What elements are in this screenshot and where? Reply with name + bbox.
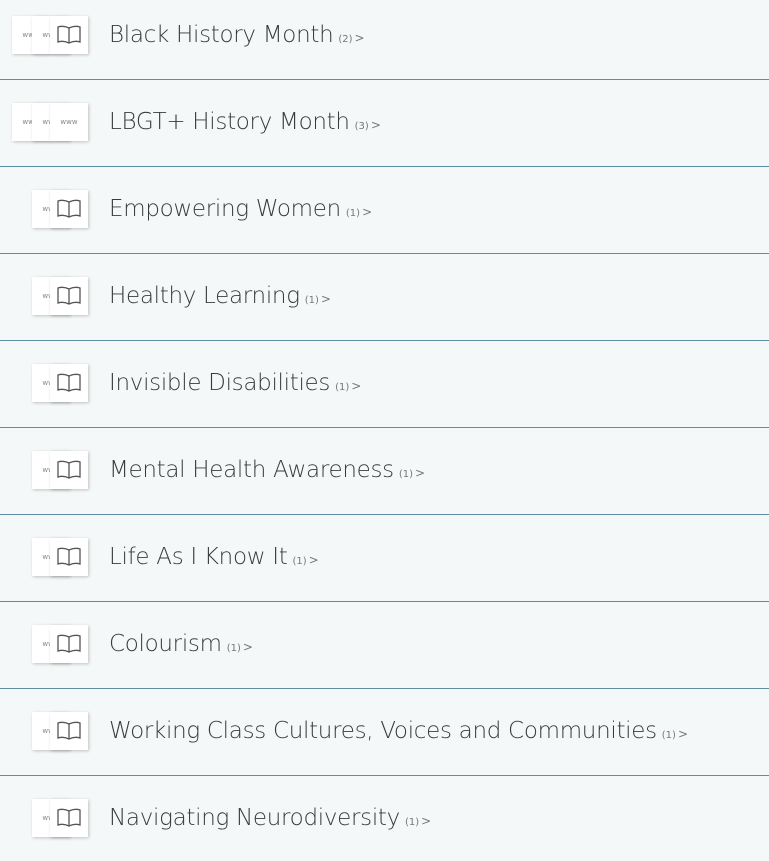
book-icon: [50, 537, 88, 576]
chevron-right-icon[interactable]: >: [321, 292, 331, 306]
item-title-group: Empowering Women (1) >: [109, 196, 372, 222]
item-thumbnails: wwwwww: [12, 15, 90, 54]
item-title-group: Navigating Neurodiversity (1) >: [109, 805, 431, 831]
item-count: (1): [226, 642, 241, 654]
website-thumbnail-icon: www: [50, 102, 88, 141]
item-title[interactable]: Empowering Women: [109, 196, 341, 222]
book-icon: [50, 15, 88, 54]
item-title-group: Invisible Disabilities (1) >: [109, 370, 361, 396]
list-item[interactable]: www Empowering Women (1)>: [0, 165, 769, 252]
list-item[interactable]: www Invisible Disabilities (1)>: [0, 339, 769, 426]
item-thumbnails: www: [12, 798, 90, 837]
item-title-group: Healthy Learning (1) >: [109, 283, 331, 309]
item-title-group: Mental Health Awareness (1) >: [109, 457, 425, 483]
chevron-right-icon[interactable]: >: [351, 379, 361, 393]
book-icon: [50, 189, 88, 228]
www-label: www: [60, 117, 78, 126]
item-title[interactable]: Life As I Know It: [109, 544, 288, 570]
item-count: (1): [661, 729, 676, 741]
chevron-right-icon[interactable]: >: [678, 727, 688, 741]
item-thumbnails: www: [12, 363, 90, 402]
chevron-right-icon[interactable]: >: [362, 205, 372, 219]
item-thumbnails: www: [12, 450, 90, 489]
list-item[interactable]: wwwwww Black History Month (2)>: [0, 0, 769, 78]
item-thumbnails: www: [12, 276, 90, 315]
item-thumbnails: www: [12, 624, 90, 663]
list-item[interactable]: wwwwwwwww LBGT+ History Month (3)>: [0, 78, 769, 165]
list-item[interactable]: www Healthy Learning (1)>: [0, 252, 769, 339]
chevron-right-icon[interactable]: >: [243, 640, 253, 654]
chevron-right-icon[interactable]: >: [415, 466, 425, 480]
item-thumbnails: www: [12, 537, 90, 576]
book-icon: [50, 711, 88, 750]
list-item[interactable]: www Mental Health Awareness (1)>: [0, 426, 769, 513]
item-thumbnails: www: [12, 711, 90, 750]
book-icon: [50, 798, 88, 837]
item-count: (1): [404, 816, 420, 828]
item-title[interactable]: Mental Health Awareness: [109, 457, 394, 483]
item-title-group: Working Class Cultures, Voices and Commu…: [109, 718, 688, 744]
item-title[interactable]: Navigating Neurodiversity: [109, 805, 400, 831]
book-icon: [50, 624, 88, 663]
item-thumbnails: www: [12, 189, 90, 228]
list-item[interactable]: www Navigating Neurodiversity (1)>: [0, 774, 769, 861]
item-title[interactable]: LBGT+ History Month: [109, 109, 350, 135]
item-title[interactable]: Working Class Cultures, Voices and Commu…: [109, 718, 657, 744]
item-thumbnails: wwwwwwwww: [12, 102, 90, 141]
book-icon: [50, 450, 88, 489]
list-item[interactable]: www Colourism (1)>: [0, 600, 769, 687]
item-title-group: Life As I Know It (1) >: [109, 544, 319, 570]
item-count: (1): [335, 381, 350, 393]
item-title-group: LBGT+ History Month (3) >: [109, 109, 381, 135]
item-title[interactable]: Healthy Learning: [109, 283, 300, 309]
item-count: (1): [398, 468, 413, 480]
chevron-right-icon[interactable]: >: [309, 553, 319, 567]
chevron-right-icon[interactable]: >: [421, 814, 431, 828]
list-item[interactable]: www Life As I Know It (1)>: [0, 513, 769, 600]
item-title[interactable]: Black History Month: [109, 22, 334, 48]
item-title[interactable]: Invisible Disabilities: [109, 370, 330, 396]
item-count: (2): [338, 33, 353, 45]
item-title-group: Black History Month (2) >: [109, 22, 365, 48]
item-title[interactable]: Colourism: [109, 631, 222, 657]
item-count: (1): [292, 555, 307, 567]
item-count: (1): [345, 207, 361, 219]
book-icon: [50, 276, 88, 315]
chevron-right-icon[interactable]: >: [355, 31, 365, 45]
reading-list-collection: wwwwwwBlack History Month(2)>wwwwwwwwwLB…: [0, 0, 769, 837]
chevron-right-icon[interactable]: >: [371, 118, 381, 132]
book-icon: [50, 363, 88, 402]
item-count: (1): [304, 294, 319, 306]
item-count: (3): [354, 120, 369, 132]
list-item[interactable]: www Working Class Cultures, Voices and Co…: [0, 687, 769, 774]
item-title-group: Colourism (1) >: [109, 631, 253, 657]
